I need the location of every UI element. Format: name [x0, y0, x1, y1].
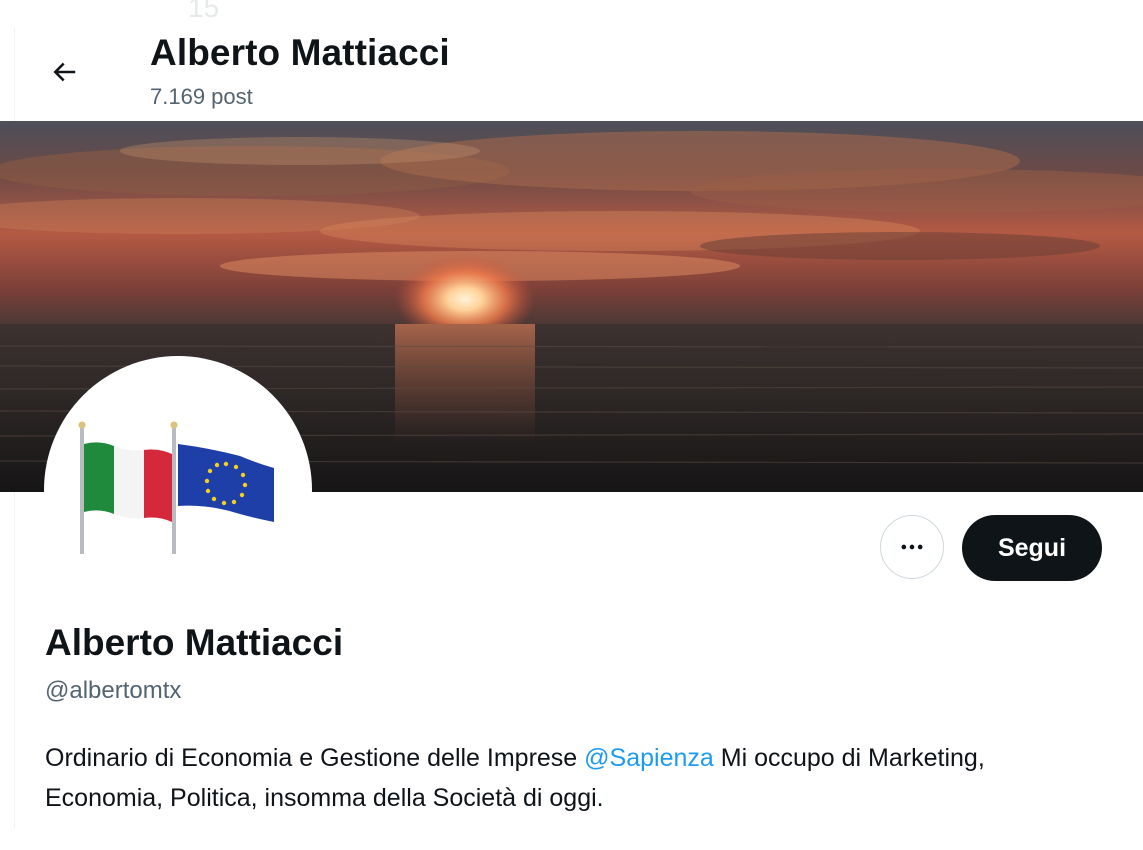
profile-page: 15 Alberto Mattiacci 7.169 post Segui Al… [0, 0, 1143, 850]
profile-bio: Ordinario di Economia e Gestione delle I… [45, 738, 1045, 818]
arrow-left-icon [53, 62, 76, 82]
profile-name: Alberto Mattiacci [45, 622, 344, 663]
follow-button[interactable]: Segui [962, 515, 1102, 581]
bio-mention-link[interactable]: @Sapienza [584, 744, 714, 772]
more-horizontal-icon [901, 544, 923, 550]
more-button[interactable] [880, 515, 944, 579]
profile-handle: @albertomtx [45, 677, 182, 704]
scrolled-ghost-text: 15 [188, 0, 220, 23]
italy-eu-flags-image [78, 421, 274, 554]
post-count: 7.169 post [150, 84, 253, 109]
bio-text-start: Ordinario di Economia e Gestione delle I… [45, 744, 585, 772]
back-button[interactable] [36, 44, 92, 100]
header-title: Alberto Mattiacci [150, 32, 450, 73]
avatar[interactable] [44, 356, 312, 624]
